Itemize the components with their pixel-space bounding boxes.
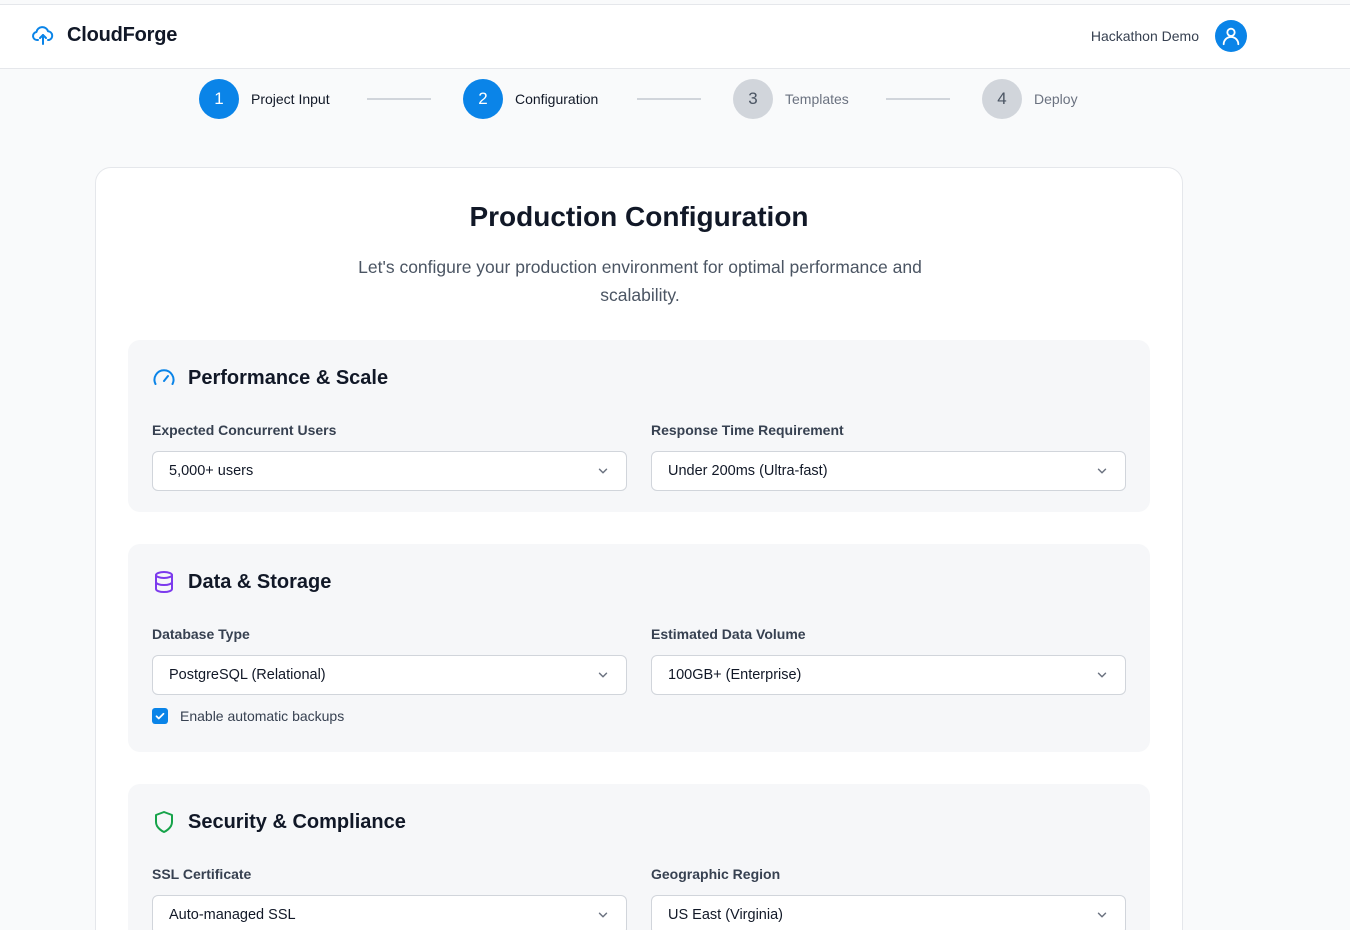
brand-name: CloudForge — [67, 23, 178, 46]
section-header: Security & Compliance — [152, 810, 406, 834]
response-time-field: Response Time Requirement Under 200ms (U… — [651, 420, 1126, 491]
step-project-input[interactable]: 1 Project Input — [199, 79, 330, 119]
database-type-field: Database Type PostgreSQL (Relational) — [152, 624, 627, 695]
page-subtitle: Let's configure your production environm… — [358, 257, 922, 305]
chevron-down-icon — [1097, 912, 1107, 918]
select-value: US East (Virginia) — [668, 907, 783, 923]
step-number: 1 — [199, 79, 239, 119]
app-header: CloudForge Hackathon Demo — [0, 5, 1350, 69]
stepper: 1 Project Input 2 Configuration 3 Templa… — [0, 79, 1350, 119]
section-title: Performance & Scale — [188, 366, 389, 389]
section-security: Security & Compliance SSL Certificate Au… — [128, 784, 1150, 930]
automatic-backups-option[interactable]: Enable automatic backups — [152, 708, 344, 724]
cloud-upload-icon — [32, 26, 54, 45]
step-number: 2 — [463, 79, 503, 119]
user-name: Hackathon Demo — [1090, 28, 1199, 44]
chevron-down-icon — [1097, 468, 1107, 474]
step-label: Deploy — [1034, 91, 1078, 107]
response-time-select[interactable]: Under 200ms (Ultra-fast) — [651, 451, 1126, 491]
field-label: Response Time Requirement — [651, 422, 844, 438]
chevron-down-icon — [598, 672, 608, 678]
select-value: PostgreSQL (Relational) — [169, 667, 326, 683]
page-title: Production Configuration — [469, 201, 809, 232]
step-connector — [367, 98, 431, 100]
section-performance: Performance & Scale Expected Concurrent … — [128, 340, 1150, 512]
select-value: 100GB+ (Enterprise) — [668, 667, 802, 683]
section-title: Security & Compliance — [188, 810, 406, 833]
field-label: Estimated Data Volume — [651, 626, 806, 642]
automatic-backups-checkbox[interactable] — [152, 708, 168, 724]
configuration-card: Production Configuration Let's configure… — [95, 167, 1183, 930]
avatar[interactable] — [1215, 20, 1247, 52]
step-configuration[interactable]: 2 Configuration — [463, 79, 598, 119]
select-value: Auto-managed SSL — [169, 907, 296, 923]
database-icon — [155, 571, 173, 593]
data-volume-select[interactable]: 100GB+ (Enterprise) — [651, 655, 1126, 695]
step-label: Project Input — [251, 91, 330, 107]
chevron-down-icon — [598, 468, 608, 474]
concurrent-users-field: Expected Concurrent Users 5,000+ users — [152, 420, 627, 491]
section-data-storage: Data & Storage Database Type PostgreSQL … — [128, 544, 1150, 752]
select-value: 5,000+ users — [169, 463, 254, 479]
step-label: Configuration — [515, 91, 599, 107]
brand[interactable]: CloudForge — [31, 23, 177, 47]
database-type-select[interactable]: PostgreSQL (Relational) — [152, 655, 627, 695]
step-number: 4 — [982, 79, 1022, 119]
chevron-down-icon — [598, 912, 608, 918]
section-title: Data & Storage — [188, 570, 332, 593]
step-label: Templates — [785, 91, 849, 107]
geographic-region-field: Geographic Region US East (Virginia) — [651, 864, 1126, 930]
step-deploy[interactable]: 4 Deploy — [982, 79, 1078, 119]
user-icon — [1222, 27, 1240, 46]
concurrent-users-select[interactable]: 5,000+ users — [152, 451, 627, 491]
field-label: Geographic Region — [651, 866, 781, 882]
section-header: Performance & Scale — [152, 366, 388, 390]
data-volume-field: Estimated Data Volume 100GB+ (Enterprise… — [651, 624, 1126, 695]
field-label: SSL Certificate — [152, 866, 252, 882]
ssl-certificate-field: SSL Certificate Auto-managed SSL — [152, 864, 627, 930]
select-value: Under 200ms (Ultra-fast) — [668, 463, 828, 479]
step-connector — [886, 98, 950, 100]
user-menu[interactable]: Hackathon Demo — [1091, 20, 1247, 52]
chevron-down-icon — [1097, 672, 1107, 678]
step-number: 3 — [733, 79, 773, 119]
speedometer-icon — [153, 369, 175, 385]
geographic-region-select[interactable]: US East (Virginia) — [651, 895, 1126, 930]
field-label: Database Type — [152, 626, 250, 642]
ssl-certificate-select[interactable]: Auto-managed SSL — [152, 895, 627, 930]
step-templates[interactable]: 3 Templates — [733, 79, 849, 119]
step-connector — [637, 98, 701, 100]
checkbox-label: Enable automatic backups — [180, 708, 345, 724]
shield-icon — [155, 811, 173, 833]
field-label: Expected Concurrent Users — [152, 422, 337, 438]
section-header: Data & Storage — [152, 570, 331, 594]
checkmark-icon — [155, 712, 165, 720]
